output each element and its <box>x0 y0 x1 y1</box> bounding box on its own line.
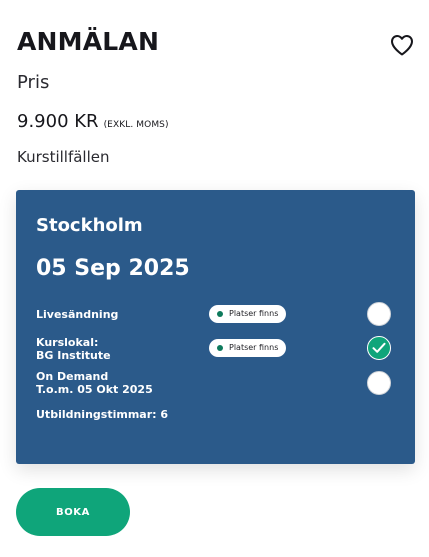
session-date: 05 Sep 2025 <box>36 256 190 281</box>
favorite-button[interactable] <box>389 33 415 57</box>
option-label-line: BG Institute <box>36 349 111 362</box>
availability-dot-icon <box>217 311 223 317</box>
option-radio-livestream[interactable] <box>367 302 391 326</box>
page-title: ANMÄLAN <box>17 27 160 56</box>
option-radio-venue[interactable] <box>367 336 391 360</box>
book-button[interactable]: BOKA <box>16 488 130 536</box>
availability-text: Platser finns <box>229 309 279 318</box>
session-city: Stockholm <box>36 215 143 236</box>
price-label: Pris <box>17 72 50 93</box>
option-label: Livesändning <box>36 308 118 321</box>
option-label-line: Kurslokal: <box>36 336 99 349</box>
option-label-line: Livesändning <box>36 308 119 321</box>
option-label: Kurslokal: BG Institute <box>36 336 111 362</box>
availability-dot-icon <box>217 345 223 351</box>
price-vat-note: (EXKL. MOMS) <box>103 120 169 130</box>
availability-badge: Platser finns <box>209 305 287 323</box>
option-label-line: On Demand <box>36 370 109 383</box>
course-signup-panel: ANMÄLAN Pris 9.900 KR (EXKL. MOMS) Kursti… <box>0 0 429 557</box>
option-radio-on-demand[interactable] <box>367 371 391 395</box>
price-row: 9.900 KR (EXKL. MOMS) <box>17 110 169 137</box>
availability-text: Platser finns <box>229 343 279 352</box>
price-value: 9.900 KR <box>17 111 99 132</box>
session-card: Stockholm 05 Sep 2025 Livesändning Plats… <box>16 190 415 464</box>
option-label: On Demand T.o.m. 05 Okt 2025 <box>36 370 153 396</box>
training-hours: Utbildningstimmar: 6 <box>36 408 169 421</box>
option-label-line: T.o.m. 05 Okt 2025 <box>36 383 153 396</box>
sessions-label: Kurstillfällen <box>17 148 110 166</box>
availability-badge: Platser finns <box>209 339 287 357</box>
heart-icon <box>389 33 415 57</box>
